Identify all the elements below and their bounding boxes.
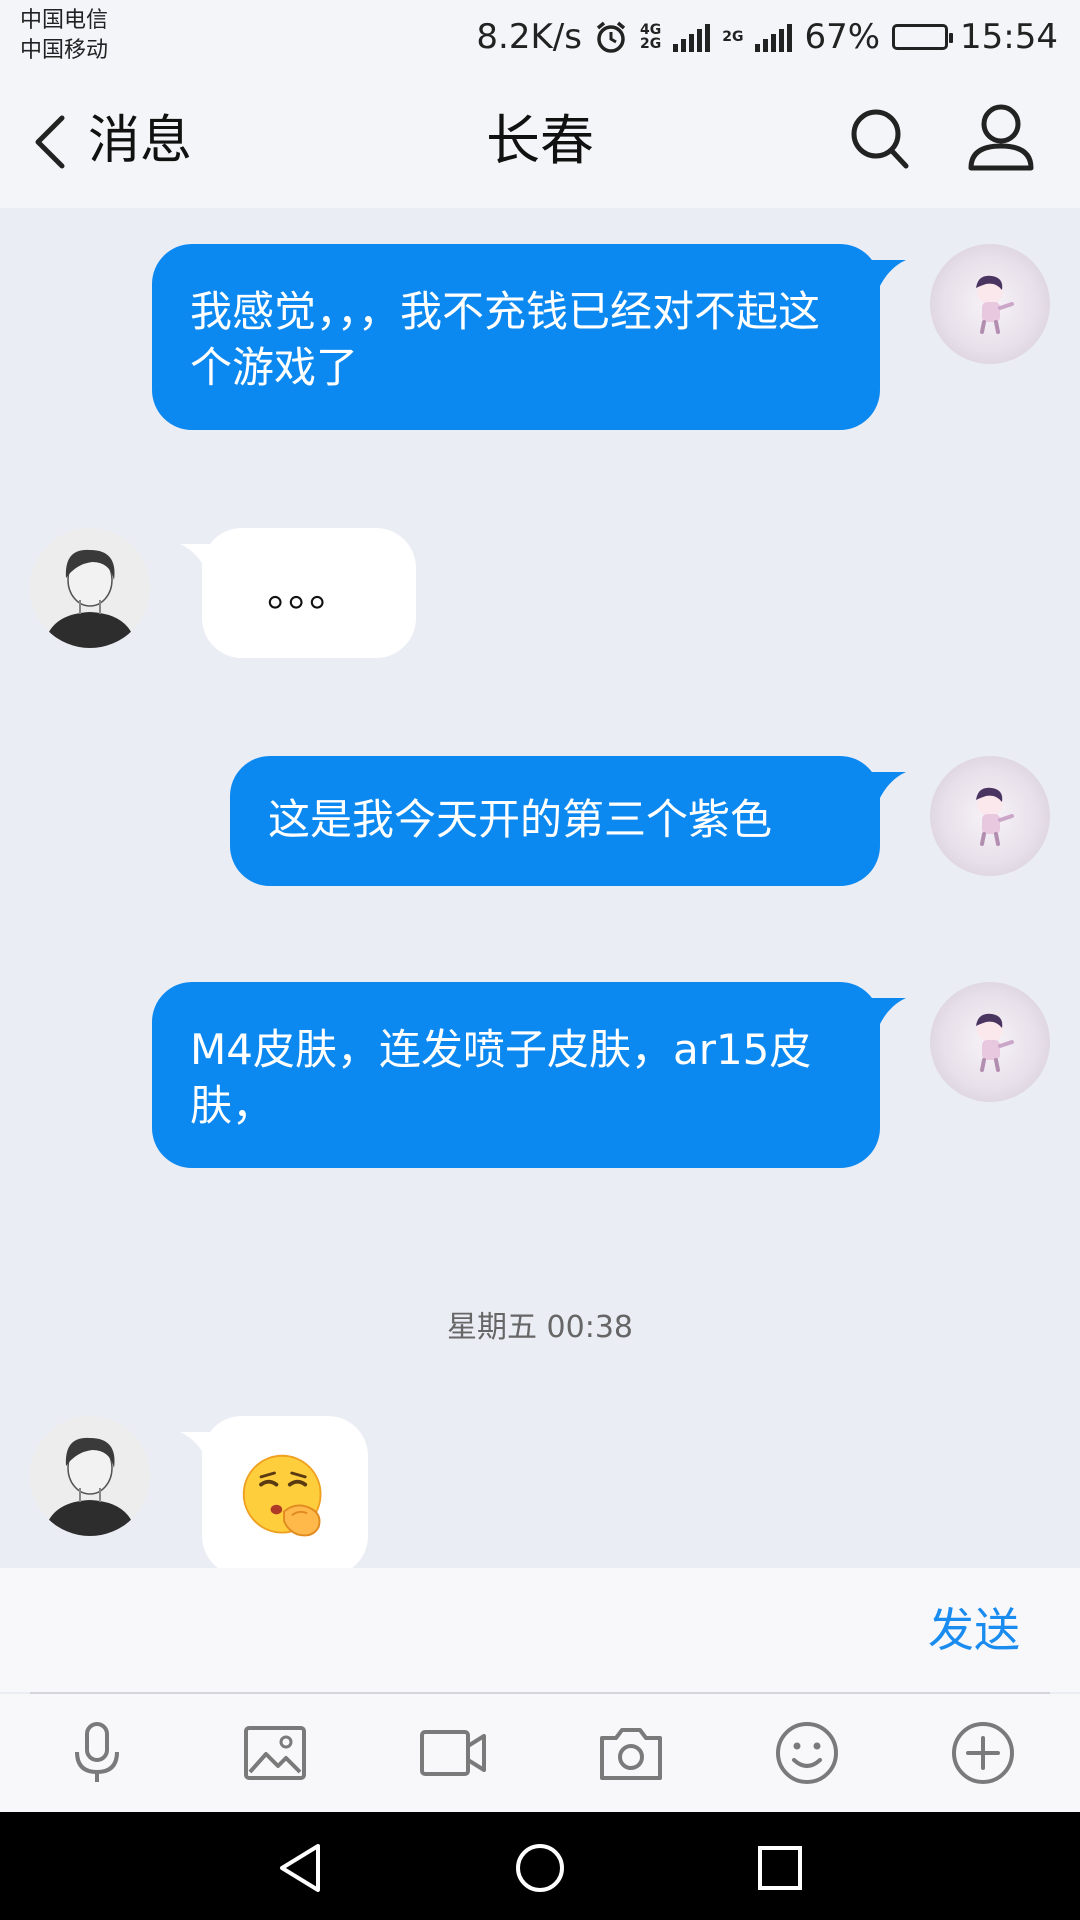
message-text: M4皮肤，连发喷子皮肤，ar15皮肤， — [190, 1025, 812, 1130]
back-triangle-icon[interactable] — [270, 1838, 330, 1898]
recents-square-icon[interactable] — [750, 1838, 810, 1898]
bubble-tail — [872, 260, 906, 290]
message-text: 。。。 — [266, 567, 351, 616]
message-bubble[interactable]: M4皮肤，连发喷子皮肤，ar15皮肤， — [152, 982, 880, 1168]
microphone-button[interactable] — [62, 1718, 132, 1788]
my-avatar[interactable] — [930, 244, 1050, 364]
system-nav-bar — [0, 1812, 1080, 1920]
carrier-1: 中国电信 — [20, 8, 109, 33]
search-icon[interactable] — [848, 104, 912, 174]
video-icon — [420, 1730, 486, 1776]
alarm-icon — [596, 21, 626, 53]
message-bubble[interactable]: 。。。 — [202, 528, 416, 658]
microphone-icon — [75, 1722, 119, 1782]
cartoon-character-icon — [976, 1013, 1014, 1072]
message-list[interactable]: 我感觉，，，我不充钱已经对不起这个游戏了 。。。 这是我今天开的第三个紫色 M4… — [0, 208, 1080, 1568]
battery-icon — [892, 24, 954, 50]
bubble-tail — [872, 998, 906, 1028]
image-icon — [244, 1726, 306, 1780]
person-portrait-icon — [30, 528, 150, 648]
message-input[interactable] — [30, 1588, 870, 1672]
plus-icon — [952, 1722, 1014, 1784]
camera-button[interactable] — [596, 1718, 666, 1788]
cartoon-character-icon — [976, 275, 1014, 334]
status-indicators: 8.2K/s 4G 2G 2G 67% 15:54 — [476, 12, 1058, 62]
image-button[interactable] — [240, 1718, 310, 1788]
person-portrait-icon — [30, 1416, 150, 1536]
message-bubble[interactable] — [202, 1416, 368, 1568]
more-button[interactable] — [948, 1718, 1018, 1788]
carrier-names: 中国电信 中国移动 — [20, 6, 108, 66]
signal-icon-2 — [755, 22, 793, 52]
message-text: 我感觉，，，我不充钱已经对不起这个游戏了 — [190, 287, 821, 392]
send-button[interactable]: 发送 — [928, 1598, 1020, 1662]
my-avatar[interactable] — [930, 982, 1050, 1102]
message-text: 这是我今天开的第三个紫色 — [268, 795, 773, 844]
input-toolbar — [0, 1694, 1080, 1812]
bubble-tail — [872, 772, 906, 802]
message-bubble[interactable]: 我感觉，，，我不充钱已经对不起这个游戏了 — [152, 244, 880, 430]
chat-header: 消息 长春 — [0, 76, 1080, 208]
status-bar: 中国电信 中国移动 8.2K/s 4G 2G 2G 67% 15:54 — [0, 0, 1080, 76]
contact-avatar[interactable] — [30, 528, 150, 648]
contact-avatar[interactable] — [30, 1416, 150, 1536]
profile-icon[interactable] — [966, 102, 1036, 174]
battery-percent: 67% — [804, 17, 881, 57]
network-speed: 8.2K/s — [476, 17, 582, 57]
network-type-indicator: 4G 2G — [639, 22, 662, 52]
chat-title: 长春 — [486, 109, 594, 172]
message-input-bar[interactable]: 发送 — [0, 1568, 1080, 1692]
home-circle-icon[interactable] — [510, 1838, 570, 1898]
message-timestamp: 星期五 00:38 — [447, 1310, 633, 1345]
clock: 15:54 — [960, 17, 1058, 57]
network-type-2g: 2G — [722, 29, 744, 45]
my-avatar[interactable] — [930, 756, 1050, 876]
signal-icon-1 — [673, 22, 711, 52]
emoji-button[interactable] — [772, 1718, 842, 1788]
cartoon-character-icon — [976, 787, 1014, 846]
video-button[interactable] — [418, 1718, 488, 1788]
thinking-face-emoji — [242, 1454, 322, 1537]
emoji-icon — [776, 1722, 838, 1784]
carrier-2: 中国移动 — [20, 38, 109, 63]
message-bubble[interactable]: 这是我今天开的第三个紫色 — [230, 756, 880, 886]
camera-icon — [600, 1728, 662, 1780]
